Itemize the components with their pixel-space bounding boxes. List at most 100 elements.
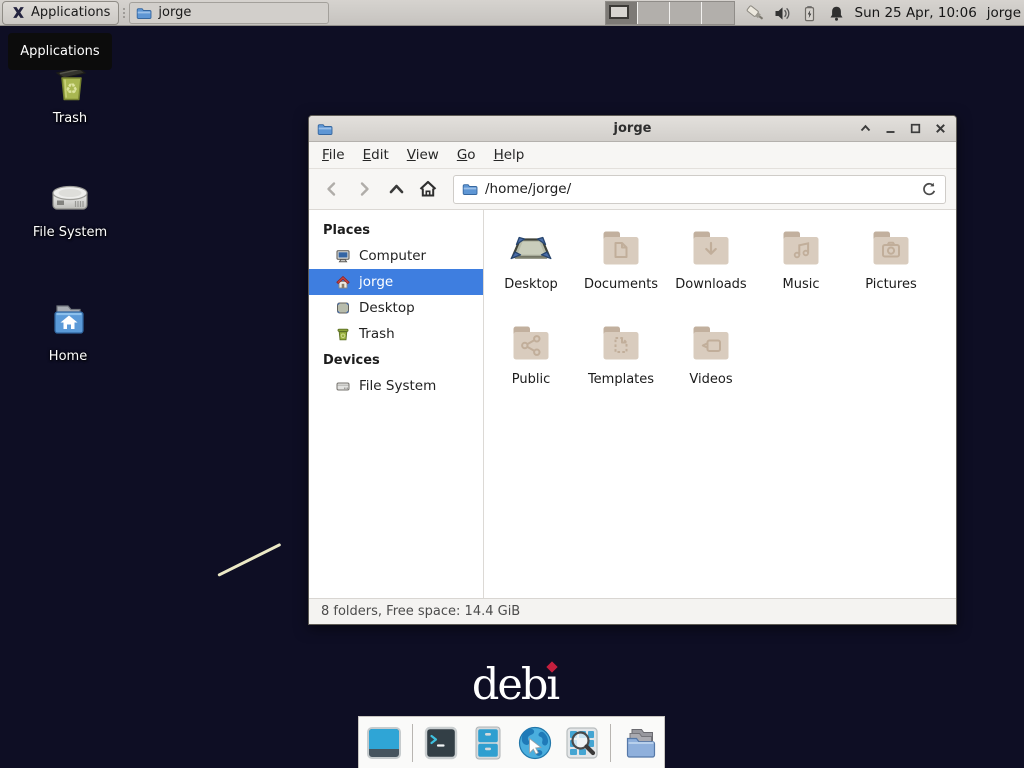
terminal-icon bbox=[422, 724, 460, 762]
wallpaper-line bbox=[217, 543, 281, 577]
shade-button[interactable] bbox=[857, 121, 873, 137]
applications-menu-label: Applications bbox=[31, 5, 110, 20]
file-item-videos[interactable]: Videos bbox=[666, 319, 756, 414]
sidebar-item-desktop[interactable]: Desktop bbox=[309, 295, 483, 321]
workspace-switcher[interactable] bbox=[605, 1, 735, 25]
file-view: Desktop Documents bbox=[484, 210, 956, 598]
folder-icon bbox=[136, 5, 152, 21]
file-manager-window: jorge File Edit View Go Help bbox=[308, 115, 957, 625]
file-label: Templates bbox=[588, 372, 654, 387]
file-item-pictures[interactable]: Pictures bbox=[846, 224, 936, 319]
folder-templates-icon bbox=[597, 319, 645, 367]
folder-music-icon bbox=[777, 224, 825, 272]
window-titlebar[interactable]: jorge bbox=[309, 116, 956, 142]
folder-pictures-icon bbox=[867, 224, 915, 272]
workspace-3[interactable] bbox=[670, 2, 702, 24]
sidebar-item-file-system[interactable]: File System bbox=[309, 373, 483, 399]
workspace-4[interactable] bbox=[702, 2, 734, 24]
panel-clock[interactable]: Sun 25 Apr, 10:06 bbox=[855, 5, 977, 21]
toolbar: /home/jorge/ bbox=[309, 169, 956, 210]
desktop-icon bbox=[507, 224, 555, 272]
taskbar-window-button[interactable]: jorge bbox=[129, 2, 329, 24]
sidebar-item-label: Desktop bbox=[359, 300, 415, 316]
desktop-icon-label: File System bbox=[33, 225, 107, 240]
svg-text:♻: ♻ bbox=[65, 82, 78, 98]
tooltip-text: Applications bbox=[20, 44, 99, 59]
dock bbox=[358, 716, 665, 768]
web-browser-globe-icon bbox=[516, 724, 554, 762]
menubar: File Edit View Go Help bbox=[309, 142, 956, 169]
desktop-icon-home[interactable]: Home bbox=[18, 295, 118, 364]
panel-username: jorge bbox=[987, 5, 1021, 21]
sidebar-header-devices: Devices bbox=[309, 347, 483, 373]
file-label: Documents bbox=[584, 277, 658, 292]
file-item-desktop[interactable]: Desktop bbox=[486, 224, 576, 319]
menu-view[interactable]: View bbox=[398, 143, 448, 167]
home-icon bbox=[418, 179, 438, 199]
location-bar[interactable]: /home/jorge/ bbox=[453, 175, 946, 204]
home-folder-icon bbox=[44, 295, 92, 343]
file-label: Pictures bbox=[865, 277, 916, 292]
sidebar-header-places: Places bbox=[309, 217, 483, 243]
menu-go[interactable]: Go bbox=[448, 143, 485, 167]
file-label: Videos bbox=[689, 372, 732, 387]
logo-i: ı bbox=[546, 660, 558, 710]
sidebar-item-jorge[interactable]: jorge bbox=[309, 269, 483, 295]
applications-menu-button[interactable]: Applications bbox=[2, 1, 119, 25]
dock-separator bbox=[412, 724, 413, 762]
workspace-2[interactable] bbox=[638, 2, 670, 24]
forward-button[interactable] bbox=[351, 176, 377, 202]
sidebar: Places Computer jorge bbox=[309, 210, 484, 598]
taskbar-window-label: jorge bbox=[158, 5, 191, 20]
show-desktop-button[interactable] bbox=[365, 724, 403, 762]
file-cabinet-icon bbox=[469, 724, 507, 762]
logo-text: deb bbox=[472, 660, 547, 710]
sidebar-item-computer[interactable]: Computer bbox=[309, 243, 483, 269]
desktop-icon bbox=[335, 300, 351, 316]
up-button[interactable] bbox=[383, 176, 409, 202]
reload-icon[interactable] bbox=[921, 181, 937, 197]
workspace-1[interactable] bbox=[606, 2, 638, 24]
file-item-templates[interactable]: Templates bbox=[576, 319, 666, 414]
window-body: Places Computer jorge bbox=[309, 210, 956, 598]
folder-downloads-icon bbox=[687, 224, 735, 272]
file-item-documents[interactable]: Documents bbox=[576, 224, 666, 319]
menu-help[interactable]: Help bbox=[485, 143, 534, 167]
top-panel: Applications jorge bbox=[0, 0, 1024, 26]
file-item-public[interactable]: Public bbox=[486, 319, 576, 414]
panel-handle[interactable] bbox=[121, 3, 127, 23]
close-button[interactable] bbox=[932, 121, 948, 137]
sidebar-item-label: File System bbox=[359, 378, 436, 394]
notifications-bell-icon[interactable] bbox=[828, 5, 845, 22]
terminal-launcher[interactable] bbox=[422, 724, 460, 762]
file-label: Public bbox=[512, 372, 550, 387]
maximize-button[interactable] bbox=[907, 121, 923, 137]
back-button[interactable] bbox=[319, 176, 345, 202]
folder-stack-icon bbox=[620, 724, 658, 762]
applications-menu-icon bbox=[11, 5, 26, 20]
file-item-music[interactable]: Music bbox=[756, 224, 846, 319]
show-desktop-icon bbox=[365, 724, 403, 762]
directory-menu-button[interactable] bbox=[620, 724, 658, 762]
volume-icon[interactable] bbox=[774, 5, 791, 22]
file-item-downloads[interactable]: Downloads bbox=[666, 224, 756, 319]
web-browser-launcher[interactable] bbox=[516, 724, 554, 762]
desktop-icon-file-system[interactable]: File System bbox=[20, 171, 120, 240]
minimize-button[interactable] bbox=[882, 121, 898, 137]
home-button[interactable] bbox=[415, 176, 441, 202]
file-manager-launcher[interactable] bbox=[469, 724, 507, 762]
home-icon bbox=[335, 274, 351, 290]
network-icon[interactable] bbox=[745, 4, 764, 22]
application-finder-launcher[interactable] bbox=[563, 724, 601, 762]
menu-edit[interactable]: Edit bbox=[354, 143, 398, 167]
statusbar: 8 folders, Free space: 14.4 GiB bbox=[309, 598, 956, 624]
folder-public-icon bbox=[507, 319, 555, 367]
folder-documents-icon bbox=[597, 224, 645, 272]
current-path[interactable]: /home/jorge/ bbox=[485, 181, 914, 197]
battery-icon[interactable] bbox=[801, 5, 818, 22]
menu-file[interactable]: File bbox=[313, 143, 354, 167]
desktop: Applications jorge bbox=[0, 0, 1024, 768]
sidebar-item-trash[interactable]: Trash bbox=[309, 321, 483, 347]
up-icon bbox=[387, 180, 406, 199]
sidebar-item-label: Computer bbox=[359, 248, 426, 264]
